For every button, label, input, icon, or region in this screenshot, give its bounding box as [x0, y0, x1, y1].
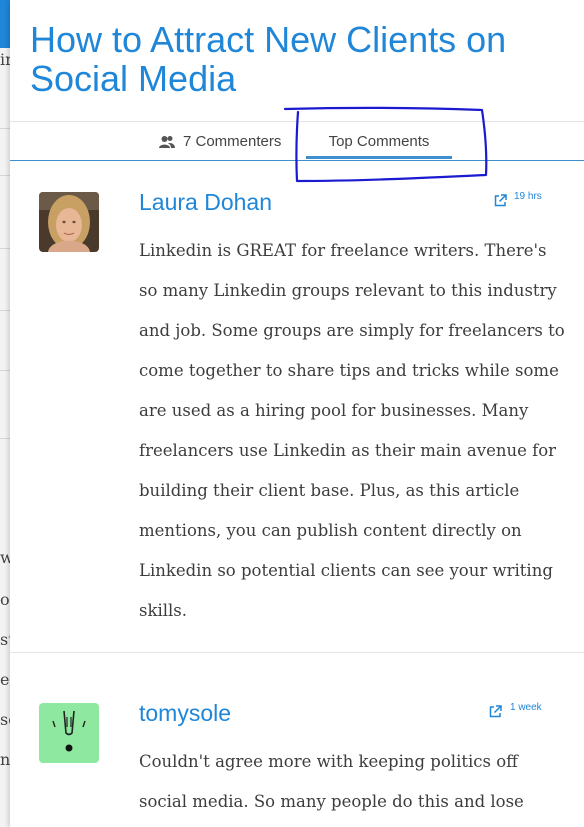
avatar-image [39, 192, 99, 252]
comment-author[interactable]: tomysole [139, 700, 231, 726]
article-title: How to Attract New Clients on Social Med… [30, 19, 507, 99]
tab-top-comments[interactable]: Top Comments [306, 122, 452, 161]
external-link-icon[interactable] [489, 705, 502, 718]
external-link-icon[interactable] [494, 194, 507, 207]
tab-commenters[interactable]: 7 Commenters [159, 122, 281, 161]
background-divider [0, 128, 10, 129]
comments-panel: How to Attract New Clients on Social Med… [10, 0, 584, 827]
comment-text: Couldn't agree more with keeping politic… [139, 752, 524, 811]
background-divider [0, 370, 10, 371]
background-divider [0, 310, 10, 311]
background-header-bar [0, 0, 10, 48]
background-text: nt [0, 750, 10, 769]
avatar[interactable] [39, 192, 99, 252]
background-text: st [0, 630, 10, 649]
avatar-image [39, 703, 99, 763]
background-text: w [0, 548, 10, 567]
background-divider [0, 438, 10, 439]
background-divider [0, 175, 10, 176]
background-page: ir w ol st er se nt [0, 0, 10, 827]
background-text: ir [0, 50, 10, 69]
background-text: ol [0, 590, 10, 609]
background-divider [0, 248, 10, 249]
avatar[interactable] [39, 703, 99, 763]
active-tab-indicator [306, 156, 452, 159]
comment-separator [10, 652, 584, 653]
comment-author[interactable]: Laura Dohan [139, 189, 272, 215]
background-text: er [0, 670, 10, 689]
comment-text: Linkedin is GREAT for freelance writers.… [139, 241, 565, 620]
tab-top-comments-label: Top Comments [328, 133, 430, 150]
background-text: se [0, 710, 10, 729]
tab-commenters-label: 7 Commenters [183, 133, 282, 150]
comment-tabs: 7 Commenters Top Comments [10, 121, 584, 161]
comment-timestamp[interactable]: 1 week [510, 702, 542, 713]
people-icon [159, 135, 175, 148]
comment-timestamp[interactable]: 19 hrs [514, 191, 542, 202]
